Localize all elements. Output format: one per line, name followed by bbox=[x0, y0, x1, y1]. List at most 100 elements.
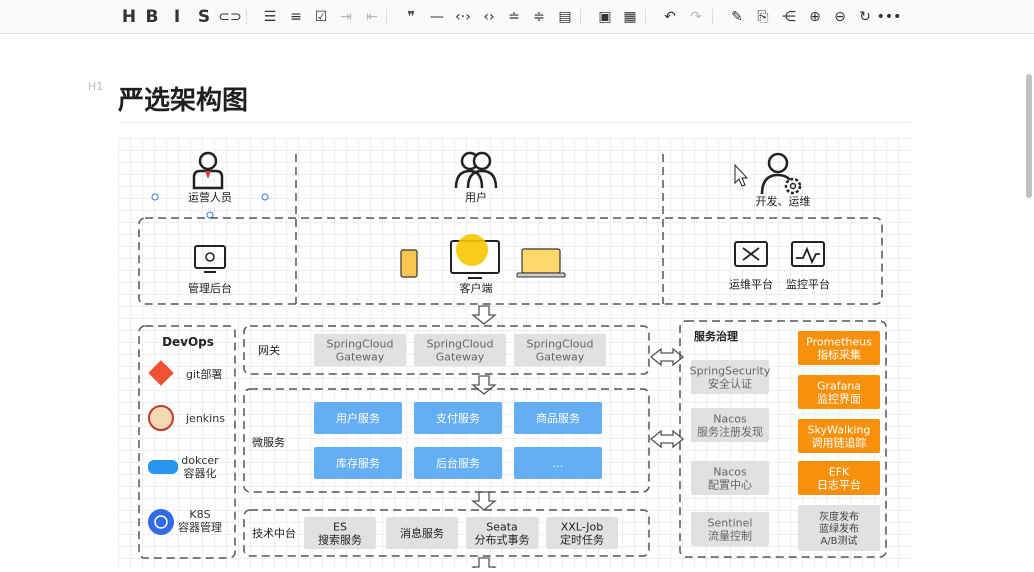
redo-button[interactable]: ↷ bbox=[685, 6, 707, 28]
heading-level-tag: H1 bbox=[88, 80, 104, 93]
heading-button[interactable]: H bbox=[118, 6, 140, 28]
task-list-button[interactable]: ☑ bbox=[310, 6, 332, 28]
quote-button[interactable]: ❞ bbox=[400, 6, 422, 28]
admin-label: 管理后台 bbox=[188, 281, 232, 295]
inline-code-icon: ‹·› bbox=[455, 9, 471, 25]
down-arrow bbox=[471, 557, 497, 572]
gateway-node[interactable]: SpringCloudGateway bbox=[414, 334, 506, 366]
release-strategy-node[interactable]: 灰度发布蓝绿发布A/B测试 bbox=[798, 505, 880, 551]
down-arrow bbox=[471, 305, 497, 325]
tech-platform-node[interactable]: 消息服务 bbox=[386, 517, 458, 549]
devops-title: DevOps bbox=[162, 335, 214, 349]
inline-code-button[interactable]: ‹·› bbox=[452, 6, 474, 28]
task-list-icon: ☑ bbox=[314, 9, 328, 25]
microservice-node[interactable]: ... bbox=[514, 447, 602, 479]
vertical-scrollbar[interactable] bbox=[1026, 74, 1032, 198]
tech-platform-node[interactable]: ES搜索服务 bbox=[304, 517, 376, 549]
more-icon: ••• bbox=[876, 9, 902, 25]
bold-button[interactable]: B bbox=[141, 6, 163, 28]
table-button[interactable]: ▦ bbox=[619, 6, 641, 28]
link-button[interactable]: ⊂⊃ bbox=[218, 6, 242, 28]
tech-platform-node[interactable]: Seata分布式事务 bbox=[466, 517, 538, 549]
tech-platform-node-label: Seata bbox=[486, 521, 518, 534]
ordered-list-button[interactable]: ≡ bbox=[285, 6, 307, 28]
users-icon bbox=[454, 151, 498, 189]
preview-button[interactable]: ⎘ bbox=[752, 6, 774, 28]
governance-node[interactable]: SpringSecurity安全认证 bbox=[690, 360, 771, 394]
image-button[interactable]: ▣ bbox=[594, 6, 616, 28]
strikethrough-button[interactable]: S bbox=[193, 6, 215, 28]
governance-metric-node-label: Prometheus bbox=[806, 336, 872, 349]
tech-platform-node-label: 消息服务 bbox=[400, 526, 444, 540]
admin-console-icon bbox=[194, 245, 226, 273]
indent-button[interactable]: ⇥ bbox=[335, 6, 357, 28]
undo-button[interactable]: ↶ bbox=[659, 6, 681, 28]
insert-after-button[interactable]: ≑ bbox=[528, 6, 550, 28]
bidirectional-arrow-gateway bbox=[649, 347, 685, 367]
code-block-button[interactable]: ‹› bbox=[478, 6, 500, 28]
architecture-diagram[interactable]: 运营人员 用户 开发、运维 管理后台 客户端 运维平台 监控平台 DevOps … bbox=[118, 138, 910, 572]
insert-before-button[interactable]: ≐ bbox=[503, 6, 525, 28]
zoom-in-button[interactable]: ⊕ bbox=[804, 6, 826, 28]
zoom-in-icon: ⊕ bbox=[809, 9, 821, 25]
microservice-node[interactable]: 用户服务 bbox=[314, 402, 402, 434]
unordered-list-icon: ☰ bbox=[263, 9, 277, 25]
docker-icon bbox=[148, 460, 178, 474]
microservice-node[interactable]: 支付服务 bbox=[414, 402, 502, 434]
microservice-node[interactable]: 后台服务 bbox=[414, 447, 502, 479]
git-icon bbox=[148, 360, 174, 386]
gateway-node[interactable]: SpringCloudGateway bbox=[514, 334, 606, 366]
governance-metric-node-label: EFK bbox=[829, 466, 850, 479]
governance-node[interactable]: Nacos服务注册发现 bbox=[691, 408, 769, 442]
governance-metric-node[interactable]: EFK日志平台 bbox=[798, 461, 880, 495]
page-title[interactable]: 严选架构图 bbox=[118, 80, 248, 117]
governance-metric-node[interactable]: Prometheus指标采集 bbox=[798, 331, 880, 365]
edit-button[interactable]: ✎ bbox=[726, 6, 748, 28]
monitor-platform-label: 监控平台 bbox=[786, 277, 830, 291]
ops-platform-label: 运维平台 bbox=[729, 277, 773, 291]
horizontal-rule-icon: — bbox=[430, 9, 444, 25]
ordered-list-icon: ≡ bbox=[290, 9, 302, 25]
microservice-node[interactable]: 库存服务 bbox=[314, 447, 402, 479]
release-strategy-node-label: 蓝绿发布 bbox=[819, 522, 859, 535]
governance-node-label: 安全认证 bbox=[708, 377, 752, 391]
governance-node[interactable]: Nacos配置中心 bbox=[691, 461, 769, 495]
image-icon: ▣ bbox=[598, 9, 612, 25]
microservice-node-label: 用户服务 bbox=[336, 411, 380, 425]
selection-handle[interactable] bbox=[261, 193, 269, 201]
governance-node-label: SpringSecurity bbox=[690, 365, 771, 378]
tech-platform-node-label: 定时任务 bbox=[560, 533, 604, 547]
selection-handle[interactable] bbox=[206, 211, 214, 219]
table-of-contents-button[interactable]: ▤ bbox=[554, 6, 576, 28]
selection-handle[interactable] bbox=[151, 193, 159, 201]
outdent-button[interactable]: ⇤ bbox=[361, 6, 383, 28]
italic-button[interactable]: I bbox=[166, 6, 188, 28]
mind-map-button[interactable]: ⋲ bbox=[778, 6, 800, 28]
tech-platform-node[interactable]: XXL-Job定时任务 bbox=[546, 517, 618, 549]
more-button[interactable]: ••• bbox=[876, 6, 902, 28]
release-strategy-node-label: 灰度发布 bbox=[819, 510, 859, 523]
governance-metric-node[interactable]: Grafana监控界面 bbox=[798, 375, 880, 409]
microservice-node-label: 后台服务 bbox=[436, 456, 480, 470]
gateway-node[interactable]: SpringCloudGateway bbox=[314, 334, 406, 366]
devops-item-label: git部署 bbox=[186, 367, 222, 381]
refresh-button[interactable]: ↻ bbox=[854, 6, 876, 28]
client-label: 客户端 bbox=[460, 281, 493, 295]
zoom-out-button[interactable]: ⊖ bbox=[829, 6, 851, 28]
outdent-icon: ⇤ bbox=[366, 9, 378, 25]
governance-node[interactable]: Sentinel流量控制 bbox=[691, 512, 769, 546]
link-icon: ⊂⊃ bbox=[218, 9, 242, 25]
insert-before-icon: ≐ bbox=[508, 9, 520, 25]
horizontal-rule-button[interactable]: — bbox=[426, 6, 448, 28]
governance-metric-node-label: 调用链追踪 bbox=[812, 436, 867, 450]
governance-metric-node-label: 监控界面 bbox=[817, 392, 861, 406]
microservice-node-label: 支付服务 bbox=[436, 412, 480, 425]
unordered-list-button[interactable]: ☰ bbox=[259, 6, 281, 28]
toolbar-separator bbox=[645, 9, 646, 25]
heading-divider bbox=[118, 122, 910, 123]
click-highlight bbox=[456, 234, 488, 266]
governance-metric-node-label: 日志平台 bbox=[817, 478, 861, 492]
microservice-node[interactable]: 商品服务 bbox=[514, 402, 602, 434]
governance-metric-node[interactable]: SkyWalking调用链追踪 bbox=[798, 419, 880, 453]
developer-icon bbox=[760, 152, 802, 195]
